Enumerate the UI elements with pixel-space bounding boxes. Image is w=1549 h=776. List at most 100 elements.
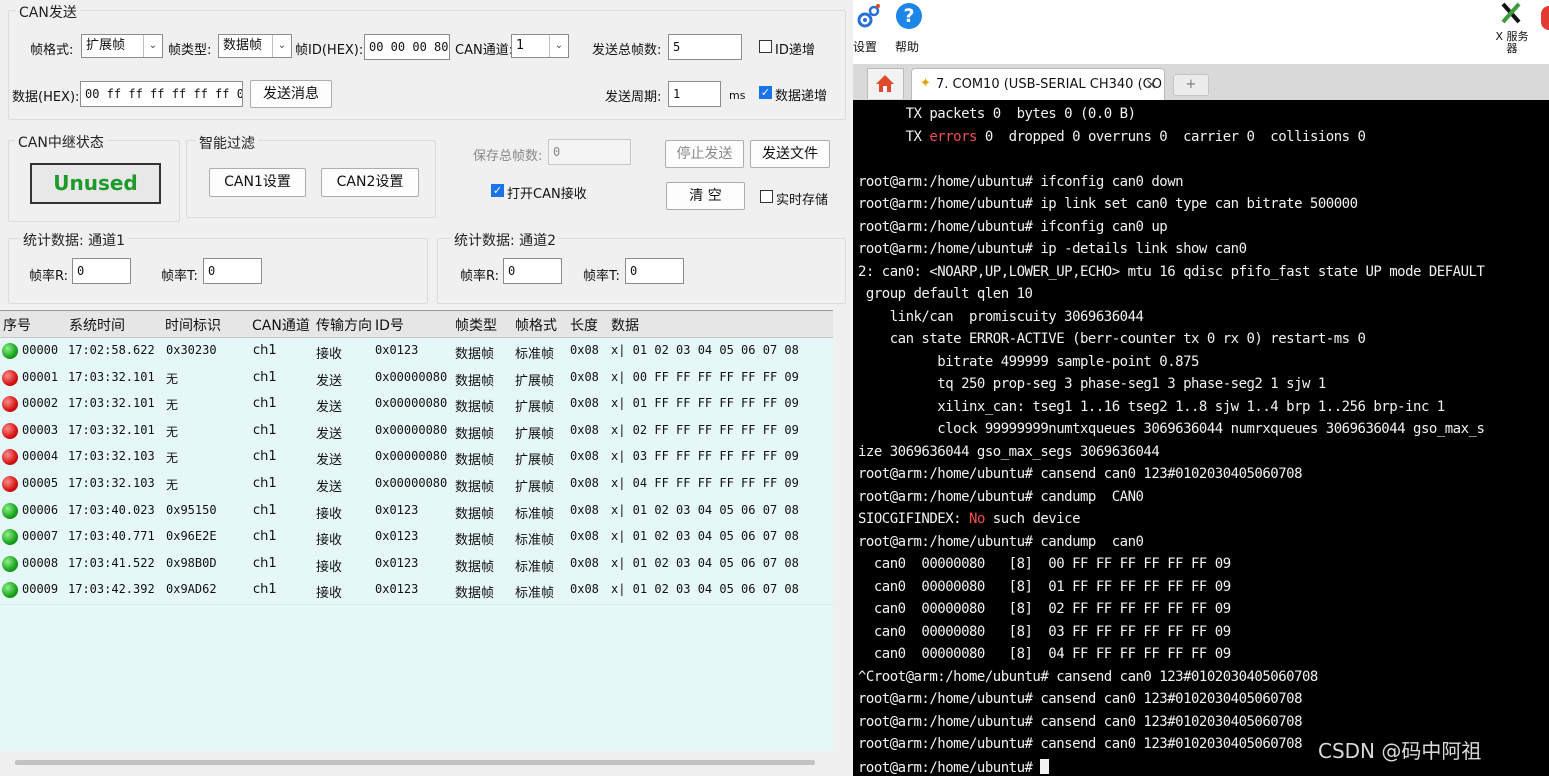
stop-send-button[interactable]: 停止发送 — [665, 140, 744, 168]
cell-seq: 00008 — [22, 555, 59, 570]
cell-id: 0x00000080 — [375, 369, 448, 384]
table-row[interactable]: 00000 17:02:58.622 0x30230 ch1 接收 0x0123 数据帧 标准… — [0, 338, 833, 366]
cell-len: 0x08 — [570, 555, 599, 570]
terminal-line: root@arm:/home/ubuntu# candump can0 — [858, 533, 1144, 550]
realtime-save-checkbox[interactable] — [760, 190, 773, 203]
can-tool-window: CAN发送 帧格式: 扩展帧 ⌄ 帧类型: 数据帧 ⌄ 帧ID(HEX): 00… — [0, 0, 853, 776]
terminal-cursor — [1040, 758, 1050, 774]
horizontal-scrollbar[interactable] — [15, 760, 815, 765]
cell-dir: 发送 — [316, 426, 343, 442]
cell-format: 标准帧 — [515, 533, 555, 549]
settings-icon[interactable] — [855, 4, 881, 30]
terminal-line: can0 00000080 [8] 04 FF FF FF FF FF FF 0… — [858, 646, 1231, 662]
col-header-frame-format[interactable]: 帧格式 — [515, 315, 557, 335]
open-can-receive-label: 打开CAN接收 — [507, 187, 587, 202]
home-tab[interactable] — [867, 68, 904, 99]
id-increment-checkbox[interactable] — [759, 40, 772, 53]
frame-table[interactable]: 序号 系统时间 时间标识 CAN通道 传输方向 ID号 帧类型 帧格式 长度 数… — [0, 310, 833, 751]
send-period-input[interactable]: 1 — [668, 81, 721, 107]
col-header-seq[interactable]: 序号 — [3, 315, 31, 335]
cell-id: 0x00000080 — [375, 422, 448, 437]
open-can-receive-checkbox[interactable]: ✓ — [491, 184, 504, 197]
cell-seq: 00001 — [22, 369, 59, 384]
ch1-tx-rate-input[interactable]: 0 — [203, 258, 262, 284]
terminal-line: root@arm:/home/ubuntu# cansend can0 123#… — [858, 713, 1303, 730]
terminal-line: root@arm:/home/ubuntu# ip link set can0 … — [858, 196, 1358, 212]
session-tab-label: 7. COM10 (USB-SERIAL CH340 (CO — [936, 77, 1162, 92]
table-row[interactable]: 00008 17:03:41.522 0x98B0D ch1 接收 0x0123 数据帧 标准… — [0, 550, 833, 579]
realtime-save-label: 实时存储 — [776, 193, 829, 208]
cell-len: 0x08 — [570, 502, 599, 517]
ch2-tx-rate-input[interactable]: 0 — [625, 258, 684, 284]
receive-status-icon — [2, 343, 18, 359]
cell-data: x| 04 FF FF FF FF FF FF 09 — [611, 476, 799, 490]
cell-data: x| 01 02 03 04 05 06 07 08 — [611, 529, 799, 544]
col-header-id[interactable]: ID号 — [375, 315, 404, 335]
data-increment-label: 数据递增 — [775, 89, 828, 104]
terminal-line: link/can promiscuity 3069636044 — [858, 308, 1144, 325]
terminal-line: can0 00000080 [8] 00 FF FF FF FF FF FF 0… — [858, 556, 1231, 572]
ch1-rx-rate-input[interactable]: 0 — [72, 258, 131, 284]
col-header-system-time[interactable]: 系统时间 — [69, 315, 125, 335]
table-row[interactable]: 00009 17:03:42.392 0x9AD62 ch1 接收 0x0123 数据帧 标准… — [0, 577, 833, 606]
receive-status-icon — [2, 582, 18, 599]
send-message-button[interactable]: 发送消息 — [250, 80, 332, 108]
exit-icon[interactable] — [1541, 6, 1549, 30]
close-icon[interactable]: × — [1145, 75, 1158, 93]
table-row[interactable]: 00002 17:03:32.101 无 ch1 发送 0x00000080 数据帧 扩展帧 0… — [0, 391, 833, 420]
xserver-label[interactable]: X 服务 器 — [1495, 31, 1529, 55]
terminal-line: can0 00000080 [8] 03 FF FF FF FF FF FF 0… — [858, 623, 1231, 640]
table-row[interactable]: 00007 17:03:40.771 0x96E2E ch1 接收 0x0123 数据帧 标准… — [0, 524, 833, 553]
session-tab[interactable]: ✦ 7. COM10 (USB-SERIAL CH340 (CO × — [911, 68, 1165, 101]
cell-data: x| 00 FF FF FF FF FF FF 09 — [611, 369, 799, 384]
cell-stamp: 0x9AD62 — [166, 582, 217, 597]
col-header-length[interactable]: 长度 — [570, 315, 598, 335]
chevron-down-icon: ⌄ — [272, 35, 291, 57]
cell-data: x| 01 02 03 04 05 06 07 08 — [611, 343, 799, 357]
terminal-window: 设置 ? 帮助 X 服务 器 ✦ 7. COM10 (USB-SERIAL CH… — [853, 0, 1549, 776]
cell-type: 数据帧 — [455, 559, 495, 575]
can1-settings-button[interactable]: CAN1设置 — [209, 168, 306, 197]
cell-data: x| 02 FF FF FF FF FF FF 09 — [611, 422, 799, 437]
cell-dir: 发送 — [316, 480, 343, 495]
data-hex-input[interactable]: 00 ff ff ff ff ff ff 09 — [80, 81, 243, 107]
settings-label[interactable]: 设置 — [853, 38, 877, 55]
table-row[interactable]: 00003 17:03:32.101 无 ch1 发送 0x00000080 数据帧 扩展帧 0… — [0, 417, 833, 446]
cell-stamp: 0x30230 — [166, 343, 217, 357]
help-icon[interactable]: ? — [896, 3, 922, 29]
can-channel-select[interactable]: 1 ⌄ — [511, 34, 569, 58]
cell-seq: 00006 — [22, 502, 59, 517]
col-header-timestamp[interactable]: 时间标识 — [165, 315, 221, 335]
cell-sys-time: 17:03:40.023 — [68, 502, 155, 517]
send-file-button[interactable]: 发送文件 — [750, 140, 830, 168]
help-label[interactable]: 帮助 — [895, 38, 919, 55]
frame-format-select[interactable]: 扩展帧 ⌄ — [81, 34, 163, 58]
terminal-output[interactable]: TX packets 0 bytes 0 (0.0 B) TX errors 0… — [853, 100, 1549, 776]
xserver-icon[interactable] — [1500, 2, 1522, 24]
col-header-frame-type[interactable]: 帧类型 — [455, 315, 497, 335]
cell-dir: 接收 — [316, 559, 343, 575]
can2-settings-button[interactable]: CAN2设置 — [321, 168, 419, 197]
terminal-line: xilinx_can: tseg1 1..16 tseg2 1..8 sjw 1… — [858, 398, 1445, 415]
table-row[interactable]: 00006 17:03:40.023 0x95150 ch1 接收 0x0123 数据帧 标准… — [0, 497, 833, 526]
col-header-data[interactable]: 数据 — [611, 315, 639, 335]
frame-type-select[interactable]: 数据帧 ⌄ — [218, 34, 292, 58]
cell-id: 0x00000080 — [375, 476, 448, 490]
table-row[interactable]: 00005 17:03:32.103 无 ch1 发送 0x00000080 数据帧 扩展帧 0… — [0, 471, 833, 499]
cell-stamp: 0x96E2E — [166, 529, 217, 544]
ch2-rx-rate-input[interactable]: 0 — [503, 258, 562, 284]
terminal-line: root@arm:/home/ubuntu# cansend can0 123#… — [858, 466, 1303, 482]
total-frames-input[interactable]: 5 — [668, 34, 742, 60]
col-header-can-channel[interactable]: CAN通道 — [252, 315, 310, 335]
data-increment-checkbox[interactable]: ✓ — [759, 86, 772, 99]
cell-type: 数据帧 — [455, 347, 495, 362]
table-row[interactable]: 00001 17:03:32.101 无 ch1 发送 0x00000080 数据帧 扩展帧 0… — [0, 364, 833, 393]
cell-id: 0x0123 — [375, 502, 419, 517]
frame-id-input[interactable]: 00 00 00 80 — [364, 34, 450, 60]
terminal-line: tq 250 prop-seg 3 phase-seg1 3 phase-seg… — [858, 376, 1326, 392]
clear-button[interactable]: 清 空 — [666, 182, 745, 210]
new-tab-button[interactable]: + — [1173, 74, 1209, 96]
cell-type: 数据帧 — [455, 400, 495, 416]
col-header-direction[interactable]: 传输方向 — [316, 315, 372, 335]
table-row[interactable]: 00004 17:03:32.103 无 ch1 发送 0x00000080 数据帧 扩展帧 0… — [0, 444, 833, 473]
